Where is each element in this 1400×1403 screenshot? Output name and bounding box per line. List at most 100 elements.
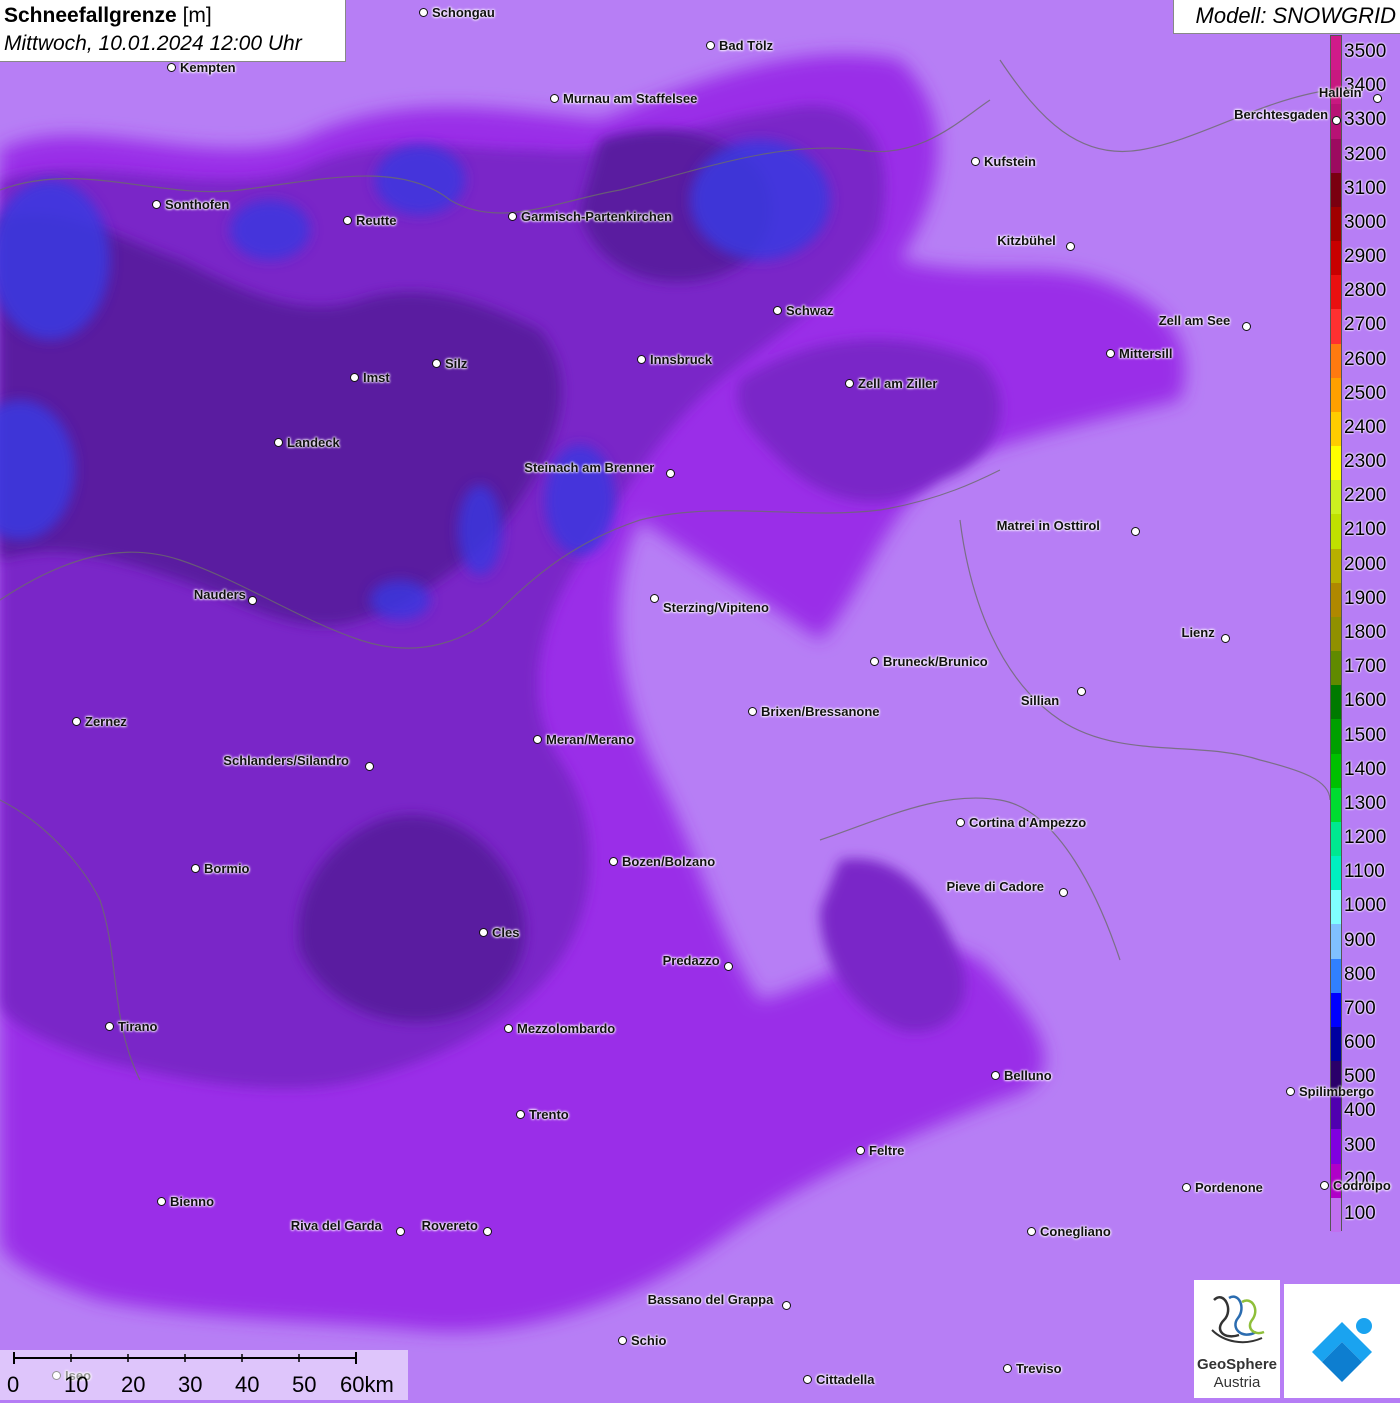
city-label: Spilimbergo bbox=[1299, 1084, 1375, 1099]
city-label: Rovereto bbox=[421, 1218, 478, 1233]
city-marker bbox=[856, 1146, 865, 1155]
city-marker bbox=[1027, 1227, 1036, 1236]
legend-label: 3500 bbox=[1344, 41, 1387, 63]
city-label: Trento bbox=[529, 1107, 569, 1122]
legend-label: 2800 bbox=[1344, 280, 1387, 302]
legend-swatch bbox=[1331, 343, 1341, 379]
city-label: Steinach am Brenner bbox=[524, 460, 655, 475]
legend-label: 1600 bbox=[1344, 690, 1387, 712]
city-label: Kufstein bbox=[984, 154, 1036, 169]
legend-label: 1900 bbox=[1344, 587, 1387, 609]
city-label: Brixen/Bressanone bbox=[761, 704, 880, 719]
logo-line2: Austria bbox=[1213, 1374, 1261, 1391]
city-label: Zell am See bbox=[1158, 313, 1231, 328]
legend-label: 2600 bbox=[1344, 348, 1387, 370]
city-label: Kitzbühel bbox=[997, 233, 1056, 248]
city-label: Sillian bbox=[1020, 693, 1060, 708]
city-label: Innsbruck bbox=[650, 352, 713, 367]
legend-swatch bbox=[1331, 241, 1341, 276]
legend-label: 700 bbox=[1344, 997, 1376, 1019]
legend-colorbar bbox=[1330, 35, 1342, 1233]
city-marker bbox=[432, 359, 441, 368]
city-marker bbox=[479, 928, 488, 937]
legend-swatch bbox=[1331, 787, 1341, 823]
city-label: Bruneck/Brunico bbox=[883, 654, 988, 669]
city-marker bbox=[637, 355, 646, 364]
legend-label: 1300 bbox=[1344, 792, 1387, 814]
city-label: Kempten bbox=[180, 60, 236, 75]
legend-swatch bbox=[1331, 856, 1341, 891]
city-marker bbox=[504, 1024, 513, 1033]
city-label: Pieve di Cadore bbox=[946, 879, 1045, 894]
city-label: Imst bbox=[363, 370, 390, 385]
legend-label: 600 bbox=[1344, 1032, 1376, 1054]
scale-tick-label: 0 bbox=[7, 1372, 20, 1397]
city-label: Feltre bbox=[869, 1143, 905, 1158]
city-marker bbox=[1059, 888, 1068, 897]
city-label: Predazzo bbox=[662, 953, 720, 968]
legend-swatch bbox=[1331, 1129, 1341, 1165]
city-label: Cles bbox=[492, 925, 520, 940]
city-marker bbox=[516, 1110, 525, 1119]
legend-label: 400 bbox=[1344, 1100, 1376, 1122]
city-marker bbox=[803, 1375, 812, 1384]
scale-tick-label: 30 bbox=[178, 1372, 203, 1397]
city-label: Zell am Ziller bbox=[858, 376, 938, 391]
app-logo-icon bbox=[1312, 1318, 1372, 1382]
geosphere-logo-icon bbox=[1211, 1295, 1265, 1344]
city-label: Meran/Merano bbox=[546, 732, 635, 747]
legend-swatch bbox=[1331, 36, 1341, 71]
legend-label: 2500 bbox=[1344, 382, 1387, 404]
legend-swatch bbox=[1331, 480, 1341, 515]
city-marker bbox=[550, 94, 559, 103]
legend-label: 1500 bbox=[1344, 724, 1387, 746]
legend-swatch bbox=[1331, 377, 1341, 413]
model-label: Modell: SNOWGRID bbox=[1173, 0, 1400, 34]
legend-swatch bbox=[1331, 514, 1341, 550]
scale-tick-label: 20 bbox=[121, 1372, 146, 1397]
legend-swatch bbox=[1331, 275, 1341, 310]
city-marker bbox=[1320, 1181, 1329, 1190]
legend-swatch bbox=[1331, 411, 1341, 447]
scale-tick-label: 10 bbox=[64, 1372, 89, 1397]
city-label: Bassano del Grappa bbox=[647, 1292, 774, 1307]
city-label: Cortina d'Ampezzo bbox=[969, 815, 1087, 830]
city-label: Bad Tölz bbox=[719, 38, 774, 53]
city-label: Reutte bbox=[356, 213, 397, 228]
city-marker bbox=[1106, 349, 1115, 358]
city-marker bbox=[845, 379, 854, 388]
legend-swatch bbox=[1331, 1026, 1341, 1062]
city-label: Conegliano bbox=[1040, 1224, 1111, 1239]
legend-label: 2300 bbox=[1344, 451, 1387, 473]
legend-label: 2000 bbox=[1344, 553, 1387, 575]
logo-line1: GeoSphere bbox=[1196, 1356, 1278, 1373]
legend-label: 3100 bbox=[1344, 177, 1387, 199]
city-marker bbox=[533, 735, 542, 744]
city-marker bbox=[870, 657, 879, 666]
city-marker bbox=[618, 1336, 627, 1345]
city-marker bbox=[508, 212, 517, 221]
legend-swatch bbox=[1331, 685, 1341, 720]
city-marker bbox=[1332, 116, 1341, 125]
city-marker bbox=[650, 594, 659, 603]
legend-label: 1700 bbox=[1344, 656, 1387, 678]
city-marker bbox=[1373, 94, 1382, 103]
city-marker bbox=[666, 469, 675, 478]
city-marker bbox=[748, 707, 757, 716]
city-marker bbox=[971, 157, 980, 166]
city-label: Bormio bbox=[204, 861, 250, 876]
city-marker bbox=[991, 1071, 1000, 1080]
city-marker bbox=[365, 762, 374, 771]
legend-swatch bbox=[1331, 719, 1341, 755]
legend-label: 2400 bbox=[1344, 416, 1387, 438]
legend-swatch bbox=[1331, 821, 1341, 857]
legend-swatch bbox=[1331, 1095, 1341, 1130]
legend-swatch bbox=[1331, 992, 1341, 1028]
legend-label: 100 bbox=[1344, 1202, 1376, 1224]
legend-label: 900 bbox=[1344, 929, 1376, 951]
city-marker bbox=[1286, 1087, 1295, 1096]
city-label: Bienno bbox=[170, 1194, 215, 1209]
legend-label: 3300 bbox=[1344, 109, 1387, 131]
legend-swatch bbox=[1331, 924, 1341, 960]
scale-tick-label: 60km bbox=[340, 1372, 394, 1397]
